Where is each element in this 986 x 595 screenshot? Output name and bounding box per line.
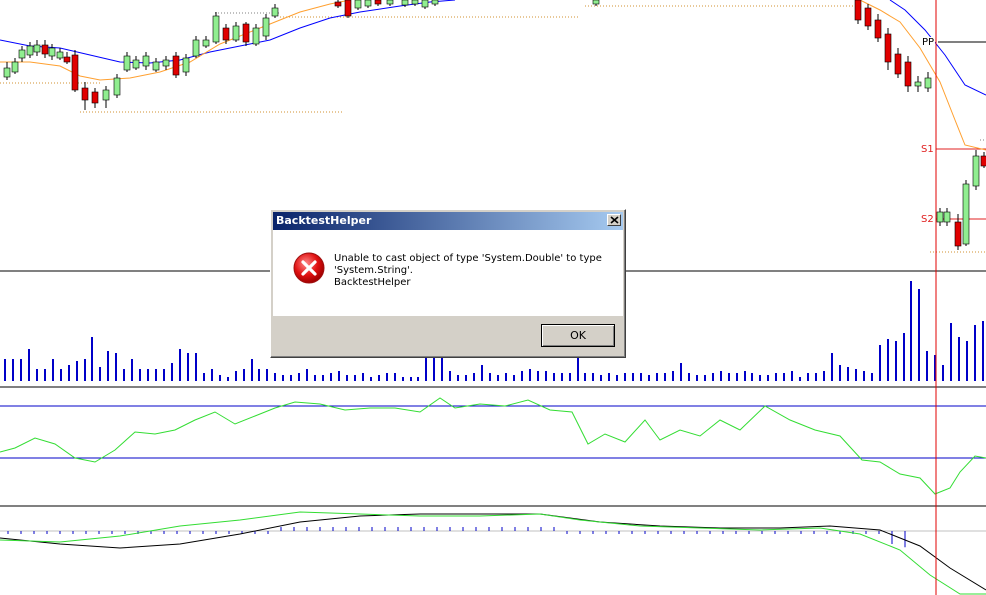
pivot-s1-label: S1	[920, 144, 935, 155]
candle-body	[11, 61, 19, 73]
candle-body	[592, 0, 600, 5]
candle-body	[914, 81, 922, 87]
candle-body	[334, 1, 342, 7]
candle-body	[192, 39, 200, 57]
error-icon	[293, 252, 325, 284]
macd-indicator	[0, 511, 986, 595]
candle-body	[854, 0, 862, 21]
dialog-titlebar[interactable]: BacktestHelper	[273, 212, 623, 230]
candle-body	[374, 0, 382, 5]
close-icon	[610, 216, 619, 224]
candle-body	[132, 59, 140, 69]
candle-body	[123, 55, 131, 71]
candle-body	[232, 25, 240, 41]
candle-body	[222, 27, 230, 41]
candle-body	[142, 55, 150, 67]
candle-body	[980, 155, 986, 167]
candle-body	[56, 51, 64, 59]
candle-body	[18, 49, 26, 59]
dialog-body: Unable to cast object of type 'System.Do…	[273, 230, 623, 316]
candle-body	[242, 23, 250, 43]
candle-body	[162, 59, 170, 67]
rsi-line	[0, 397, 986, 495]
dialog-message-line2: BacktestHelper	[334, 277, 411, 288]
macd-line	[0, 513, 986, 591]
pivot-s2-label: S2	[921, 214, 934, 225]
ok-button[interactable]: OK	[541, 324, 615, 347]
candle-body	[884, 33, 892, 63]
candle-body	[431, 0, 439, 5]
candle-body	[954, 221, 962, 247]
candle-body	[212, 15, 220, 43]
candle-body	[26, 45, 34, 56]
candle-body	[962, 183, 970, 245]
candle-body	[421, 0, 429, 8]
candle-body	[864, 7, 872, 27]
rsi-indicator	[0, 397, 986, 495]
pivot-pp-label: PP	[921, 37, 936, 48]
candle-body	[874, 19, 882, 39]
error-dialog: BacktestHelper Unable to cast object of …	[270, 209, 626, 358]
candle-body	[63, 56, 71, 63]
moving-averages	[0, 0, 986, 151]
candle-body	[41, 44, 49, 55]
candle-body	[81, 87, 89, 101]
candle-body	[252, 27, 260, 45]
dialog-message: Unable to cast object of type 'System.Do…	[334, 253, 614, 289]
candle-body	[936, 211, 944, 223]
candle-body	[102, 89, 110, 101]
candle-body	[411, 0, 419, 5]
close-button[interactable]	[607, 214, 621, 226]
dialog-title: BacktestHelper	[276, 214, 372, 227]
candle-body	[972, 155, 980, 187]
candle-body	[894, 53, 902, 75]
candle-body	[152, 61, 160, 71]
candle-body	[344, 0, 352, 17]
candle-body	[401, 0, 409, 6]
candle-body	[48, 47, 56, 57]
candle-body	[943, 211, 951, 223]
candle-body	[113, 77, 121, 96]
candle-body	[172, 55, 180, 76]
candle-body	[3, 67, 11, 78]
macd-signal-line	[0, 511, 986, 595]
candle-body	[91, 91, 99, 104]
candle-body	[924, 77, 932, 89]
candle-body	[33, 44, 41, 53]
candle-body	[182, 57, 190, 73]
candle-body	[386, 0, 394, 5]
ma-slow-line	[889, 0, 986, 96]
candle-body	[71, 54, 79, 91]
candle-body	[271, 7, 279, 17]
candle-body	[262, 17, 270, 37]
candle-body	[904, 61, 912, 87]
candle-body	[354, 0, 362, 9]
dialog-message-line1: Unable to cast object of type 'System.Do…	[334, 253, 602, 276]
candle-body	[202, 39, 210, 47]
candle-body	[364, 0, 372, 7]
